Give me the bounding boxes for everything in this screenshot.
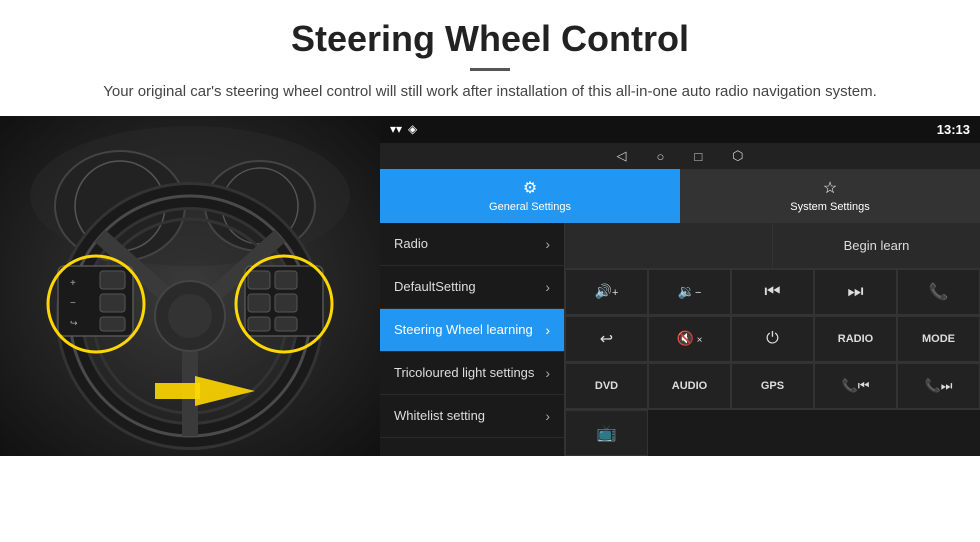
phone-button[interactable]: 📞 (897, 269, 980, 315)
tab-system-settings[interactable]: ☆ System Settings (680, 169, 980, 223)
right-top-row: Begin learn (565, 223, 980, 269)
page-wrapper: Steering Wheel Control Your original car… (0, 0, 980, 456)
end-call-button[interactable]: ↩ (565, 316, 648, 362)
mode-label: MODE (922, 333, 955, 345)
power-button[interactable]: ⏻ (731, 316, 814, 362)
prev-track-icon: ⏮ (764, 281, 780, 302)
subtitle-text: Your original car's steering wheel contr… (40, 81, 940, 104)
media-icon-button[interactable]: 📺 (565, 410, 648, 456)
settings-menu: Radio › DefaultSetting › Steering Wheel … (380, 223, 565, 456)
main-content: Radio › DefaultSetting › Steering Wheel … (380, 223, 980, 456)
tel-next-button[interactable]: 📞⏭ (897, 363, 980, 409)
next-track-icon: ⏭ (847, 281, 863, 302)
gps-label: GPS (761, 380, 784, 392)
menu-item-tricoloured[interactable]: Tricoloured light settings › (380, 352, 564, 395)
svg-text:↪: ↪ (70, 318, 78, 328)
steering-wheel-svg: + − ↪ (0, 116, 380, 456)
audio-label: AUDIO (672, 380, 707, 392)
home-nav-icon[interactable]: ○ (656, 149, 664, 164)
radio-mode-button[interactable]: RADIO (814, 316, 897, 362)
chevron-icon-whitelist: › (545, 408, 550, 424)
signal-icon: ▾▾ (390, 122, 402, 136)
tel-next-icon: 📞⏭ (925, 378, 953, 394)
audio-button[interactable]: AUDIO (648, 363, 731, 409)
menu-default-label: DefaultSetting (394, 279, 476, 294)
mute-icon: 🔇 × (676, 330, 702, 347)
chevron-icon-radio: › (545, 236, 550, 252)
vol-down-button[interactable]: 🔉− (648, 269, 731, 315)
empty-slot (565, 223, 772, 268)
system-settings-icon: ☆ (823, 178, 837, 198)
right-control-panel: Begin learn 🔊+ 🔉− ⏮ (565, 223, 980, 456)
chevron-icon-steering: › (545, 322, 550, 338)
dvd-button[interactable]: DVD (565, 363, 648, 409)
cast-nav-icon[interactable]: ⬡ (732, 148, 743, 164)
general-settings-icon: ⚙ (523, 178, 537, 198)
back-nav-icon[interactable]: ◁ (616, 148, 626, 164)
menu-radio-label: Radio (394, 236, 428, 251)
tab-general-settings[interactable]: ⚙ General Settings (380, 169, 680, 223)
next-track-button[interactable]: ⏭ (814, 269, 897, 315)
content-area: + − ↪ (0, 116, 980, 456)
status-icons: ▾▾ ◈ (390, 122, 417, 136)
control-row-3: DVD AUDIO GPS 📞⏮ 📞⏭ (565, 363, 980, 410)
menu-whitelist-label: Whitelist setting (394, 408, 485, 423)
wifi-icon: ◈ (408, 122, 417, 136)
vol-down-icon: 🔉− (678, 283, 702, 300)
vol-up-button[interactable]: 🔊+ (565, 269, 648, 315)
svg-text:−: − (70, 298, 76, 309)
menu-item-steering[interactable]: Steering Wheel learning › (380, 309, 564, 352)
recent-nav-icon[interactable]: □ (694, 149, 702, 164)
menu-item-default[interactable]: DefaultSetting › (380, 266, 564, 309)
begin-learn-button[interactable]: Begin learn (772, 223, 980, 268)
tab-general-label: General Settings (489, 201, 571, 213)
chevron-icon-default: › (545, 279, 550, 295)
power-icon: ⏻ (766, 330, 779, 348)
status-bar: ▾▾ ◈ 13:13 (380, 116, 980, 144)
chevron-icon-tricoloured: › (545, 365, 550, 381)
control-row-4: 📺 (565, 410, 980, 456)
menu-steering-label: Steering Wheel learning (394, 322, 533, 337)
menu-item-whitelist[interactable]: Whitelist setting › (380, 395, 564, 438)
control-row-2: ↩ 🔇 × ⏻ RADIO MODE (565, 316, 980, 363)
dvd-label: DVD (595, 380, 618, 392)
media-icon: 📺 (597, 423, 617, 443)
menu-item-radio[interactable]: Radio › (380, 223, 564, 266)
radio-label: RADIO (838, 333, 873, 345)
nav-bar: ◁ ○ □ ⬡ (380, 143, 980, 169)
status-time: 13:13 (937, 122, 970, 137)
control-row-1: 🔊+ 🔉− ⏮ ⏭ 📞 (565, 269, 980, 316)
phone-icon: 📞 (929, 282, 949, 302)
page-title: Steering Wheel Control (40, 18, 940, 60)
steering-wheel-image: + − ↪ (0, 116, 380, 456)
tel-prev-button[interactable]: 📞⏮ (814, 363, 897, 409)
mute-button[interactable]: 🔇 × (648, 316, 731, 362)
tab-system-label: System Settings (790, 201, 869, 213)
svg-text:+: + (70, 278, 76, 289)
device-screen: ▾▾ ◈ 13:13 ◁ ○ □ ⬡ ⚙ General Settings ☆ (380, 116, 980, 456)
vol-up-icon: 🔊+ (595, 283, 619, 300)
end-call-icon: ↩ (600, 329, 613, 349)
prev-track-button[interactable]: ⏮ (731, 269, 814, 315)
menu-tricoloured-label: Tricoloured light settings (394, 365, 534, 380)
gps-button[interactable]: GPS (731, 363, 814, 409)
tel-prev-icon: 📞⏮ (842, 378, 870, 394)
title-divider (470, 68, 510, 71)
tabs-bar: ⚙ General Settings ☆ System Settings (380, 169, 980, 223)
mode-button[interactable]: MODE (897, 316, 980, 362)
header-section: Steering Wheel Control Your original car… (0, 0, 980, 116)
